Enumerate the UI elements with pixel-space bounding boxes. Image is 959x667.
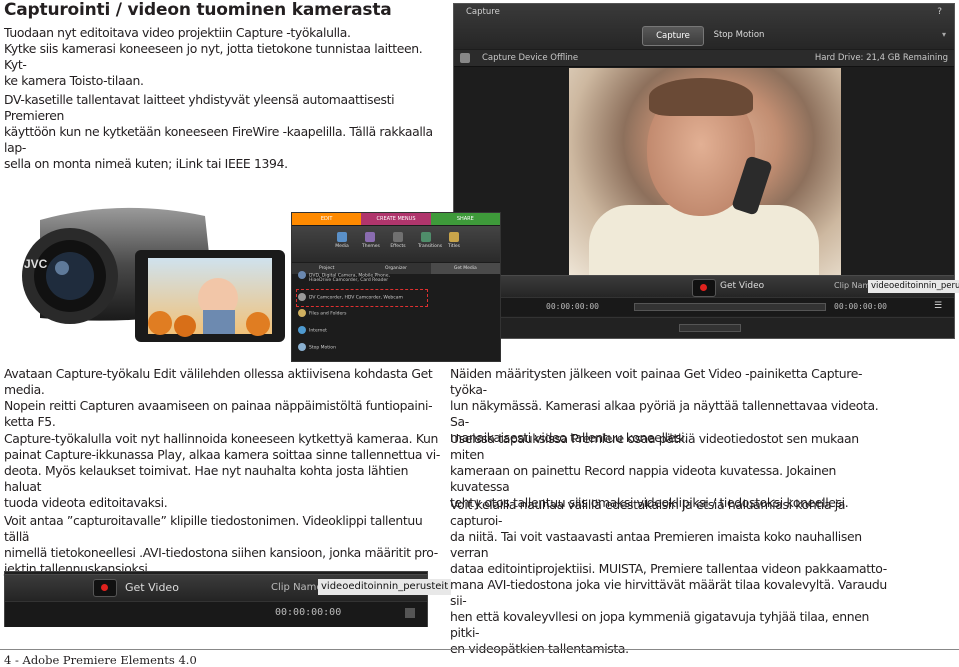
titles-icon [449,232,459,242]
page-footer: 4 - Adobe Premiere Elements 4.0 [4,653,197,667]
tab-create-menus[interactable]: CREATE MENUS [361,213,431,225]
hard-drive-status: Hard Drive: 21,4 GB Remaining [814,53,948,63]
themes-button[interactable]: Themes [362,232,380,249]
capture-control-bar: Get Video Clip Name: videoeditoinnin_per… [454,275,959,298]
stop-motion-icon [298,343,306,351]
effects-icon [393,232,403,242]
organizer-toolbar: Media Themes Effects Transitions Titles [292,226,500,262]
footer-divider [0,649,959,650]
dv-text: DV-kasetille tallentavat laitteet yhdist… [4,92,433,171]
strip-timeline: 00:00:00:00 [5,601,427,627]
brand-logo: JVC [24,257,48,271]
menu-chevron-icon[interactable]: ▾ [942,30,946,39]
right-paragraph-3: Voit kelailla nauhaa välillä edestakaisi… [450,497,887,656]
clip-name-input[interactable]: videoeditoinnin_perusteit [868,280,959,293]
transitions-icon [421,232,431,242]
capture-header: Capture ? Capture Stop Motion ▾ [454,4,954,49]
themes-icon [365,232,375,242]
strip-control-bar: Get Video Clip Name: videoeditoinnin_per… [5,574,452,601]
tab-share[interactable]: SHARE [430,213,500,225]
page-title: Capturointi / videon tuominen kamerasta [4,0,392,20]
left-paragraph-1: Avataan Capture-työkalu Edit välilehden … [4,366,433,429]
strip-clip-name-input[interactable]: videoeditoinnin_perusteit [318,579,452,595]
help-icon[interactable]: ? [937,7,942,17]
left-paragraph-3: Voit antaa ”capturoitavalle” klipille ti… [4,513,438,576]
get-video-button[interactable]: Get Video [720,281,764,291]
device-icon [460,53,470,63]
capture-timeline: 00:00:00:00 00:00:00:00 ☰ [454,297,954,316]
left-paragraph-2: Capture-työkalulla voit nyt hallinnoida … [4,431,440,510]
capture-strip: Get Video Clip Name: videoeditoinnin_per… [4,571,452,627]
get-media-item-internet[interactable]: Internet [298,326,327,334]
tab-edit[interactable]: EDIT [292,213,362,225]
organizer-tabs: EDIT CREATE MENUS SHARE [292,213,500,225]
globe-icon [298,326,306,334]
dvd-icon [298,271,306,279]
effects-button[interactable]: Effects [390,232,406,249]
get-media-item-dv[interactable]: DV Camcorder, HDV Camcorder, Webcam [298,293,403,301]
strip-timecode: 00:00:00:00 [275,607,342,618]
device-status: Capture Device Offline [482,53,579,63]
tab-capture[interactable]: Capture [642,26,704,46]
strip-get-video-button[interactable]: Get Video [125,581,179,594]
media-button[interactable]: Media [334,232,350,249]
subtab-get-media[interactable]: Get Media [430,263,500,274]
get-media-item-stopmotion[interactable]: Stop Motion [298,343,336,351]
get-media-item-files[interactable]: Files and Folders [298,309,346,317]
capture-status-bar: Capture Device Offline Hard Drive: 21,4 … [454,50,954,67]
strip-record-button[interactable] [93,579,117,597]
capture-window-title: Capture [466,7,500,17]
strip-stop-icon[interactable] [405,608,415,618]
scrub-slider[interactable] [634,303,826,311]
media-icon [337,232,347,242]
transitions-button[interactable]: Transitions [418,232,442,249]
timecode-right: 00:00:00:00 [834,302,887,311]
record-button[interactable] [692,279,716,297]
shuttle-slider[interactable] [679,324,741,332]
camcorder-image: JVC [0,198,290,343]
get-media-item-dvd-sub: HiaeDrive Camcorder, Card Reader [309,278,389,283]
titles-button[interactable]: Titles [446,232,462,249]
camcorder-icon [298,293,306,301]
video-preview [569,68,841,275]
capture-window: Capture ? Capture Stop Motion ▾ Capture … [453,3,959,339]
intro-text: Tuodaan nyt editoitava video projektiin … [4,25,423,88]
organizer-panel: EDIT CREATE MENUS SHARE Media Themes Eff… [291,212,501,362]
transport-bar [454,317,954,338]
menu-icon[interactable]: ☰ [934,301,942,311]
folder-icon [298,309,306,317]
timecode-left: 00:00:00:00 [546,302,599,311]
tab-stop-motion[interactable]: Stop Motion [706,26,772,44]
